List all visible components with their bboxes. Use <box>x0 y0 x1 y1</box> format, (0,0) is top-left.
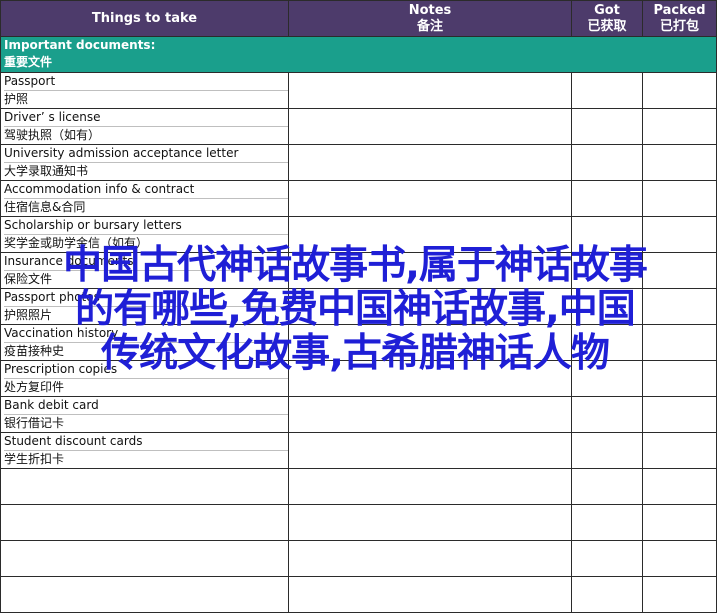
packed-cell[interactable] <box>642 72 717 109</box>
item-name-en: University admission acceptance letter <box>4 146 288 163</box>
got-cell[interactable] <box>571 108 643 145</box>
item-name-zh: 银行借记卡 <box>4 416 65 430</box>
got-cell[interactable] <box>571 144 643 181</box>
item-name-cell: Driver’ s license 驾驶执照（如有） <box>0 108 289 145</box>
watermark-line: 传统文化故事,古希腊神话人物 <box>101 331 610 376</box>
item-name-zh: 处方复印件 <box>4 380 65 394</box>
table-row: Driver’ s license 驾驶执照（如有） <box>0 108 717 145</box>
item-name-cell: University admission acceptance letter 大学… <box>0 144 289 181</box>
section-title-en: Important documents: <box>4 38 156 52</box>
packed-cell[interactable] <box>642 144 717 181</box>
got-cell[interactable] <box>571 396 643 433</box>
item-name-en: Bank debit card <box>4 398 288 415</box>
got-cell[interactable] <box>571 180 643 217</box>
item-name-en: Passport <box>4 74 288 91</box>
packed-cell[interactable] <box>642 108 717 145</box>
item-name-cell: Bank debit card 银行借记卡 <box>0 396 289 433</box>
item-name-zh: 驾驶执照（如有） <box>4 128 101 142</box>
table-row: Passport 护照 <box>0 72 717 109</box>
table-row: Student discount cards 学生折扣卡 <box>0 432 717 469</box>
section-title: Important documents: 重要文件 <box>0 36 717 73</box>
item-name-en: Accommodation info & contract <box>4 182 288 199</box>
item-name-cell: Accommodation info & contract 住宿信息&合同 <box>0 180 289 217</box>
empty-row <box>0 540 717 577</box>
notes-cell[interactable] <box>288 180 572 217</box>
header-row: Things to take Notes 备注 Got 已获取 Packed 已打包 <box>0 0 717 37</box>
notes-cell[interactable] <box>288 396 572 433</box>
table-row: Accommodation info & contract 住宿信息&合同 <box>0 180 717 217</box>
item-name-en: Driver’ s license <box>4 110 288 127</box>
packed-cell[interactable] <box>642 180 717 217</box>
item-name-en: Student discount cards <box>4 434 288 451</box>
header-got: Got 已获取 <box>571 0 643 37</box>
watermark-line: 的有哪些,免费中国神话故事,中国 <box>75 287 636 332</box>
notes-cell[interactable] <box>288 144 572 181</box>
watermark-overlay-text: 中国古代神话故事书,属于神话故事 的有哪些,免费中国神话故事,中国 传统文化故事… <box>10 244 700 376</box>
item-name-cell: Passport 护照 <box>0 72 289 109</box>
packed-cell[interactable] <box>642 432 717 469</box>
header-packed: Packed 已打包 <box>642 0 717 37</box>
empty-row <box>0 576 717 613</box>
header-things-to-take: Things to take <box>0 0 289 37</box>
item-name-zh: 学生折扣卡 <box>4 452 65 466</box>
got-cell[interactable] <box>571 432 643 469</box>
item-name-en: Scholarship or bursary letters <box>4 218 288 235</box>
item-name-zh: 护照 <box>4 92 29 106</box>
notes-cell[interactable] <box>288 432 572 469</box>
notes-cell[interactable] <box>288 108 572 145</box>
empty-row <box>0 504 717 541</box>
notes-cell[interactable] <box>288 72 572 109</box>
packed-cell[interactable] <box>642 396 717 433</box>
table-row: University admission acceptance letter 大学… <box>0 144 717 181</box>
item-name-zh: 住宿信息&合同 <box>4 200 86 214</box>
table-row: Bank debit card 银行借记卡 <box>0 396 717 433</box>
section-title-zh: 重要文件 <box>4 55 53 69</box>
item-name-cell: Student discount cards 学生折扣卡 <box>0 432 289 469</box>
section-row-important-documents: Important documents: 重要文件 <box>0 36 717 73</box>
empty-row <box>0 468 717 505</box>
header-notes: Notes 备注 <box>288 0 572 37</box>
item-name-zh: 大学录取通知书 <box>4 164 89 178</box>
watermark-line: 中国古代神话故事书,属于神话故事 <box>63 243 648 288</box>
got-cell[interactable] <box>571 72 643 109</box>
